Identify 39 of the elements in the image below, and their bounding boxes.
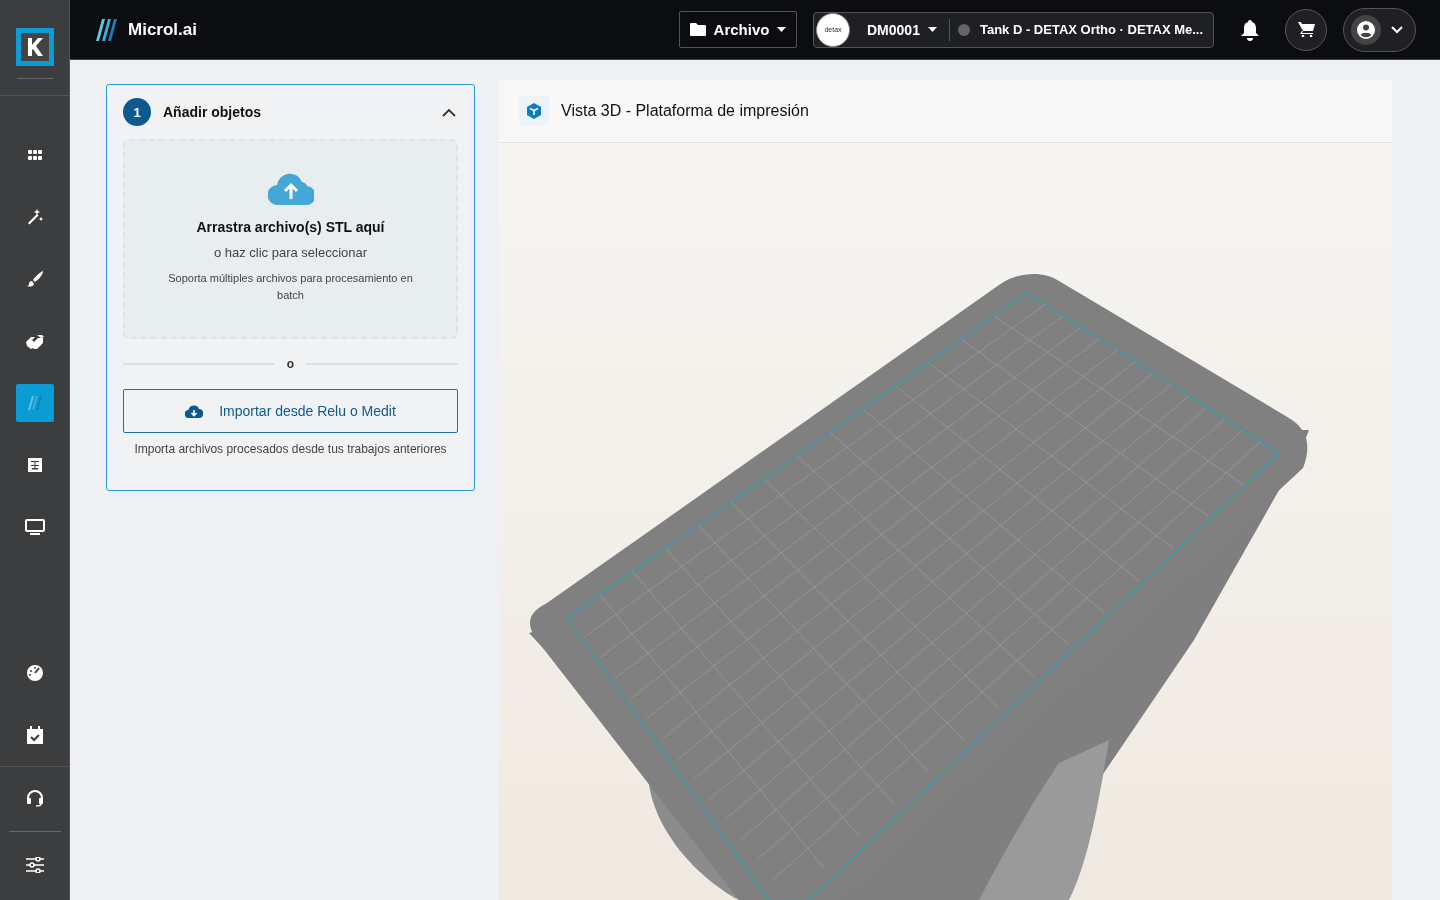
- import-button[interactable]: Importar desde Relu o Medit: [123, 389, 458, 433]
- sliders-icon: [25, 857, 44, 873]
- cloud-upload-icon: [267, 173, 314, 205]
- panel-title: Añadir objetos: [163, 104, 261, 120]
- headset-icon: [25, 789, 44, 807]
- user-avatar-icon: [1351, 14, 1381, 45]
- file-drop-zone[interactable]: Arrastra archivo(s) STL aquí o haz clic para seleccionar Soporta múltiples archivos para procesamiento en batch: [123, 139, 458, 339]
- drop-title: Arrastra archivo(s) STL aquí: [196, 219, 385, 235]
- caret-icon: [927, 27, 937, 32]
- user-menu-button[interactable]: [1343, 7, 1416, 52]
- monitor-icon: [24, 519, 45, 535]
- drop-hint: Soporta múltiples archivos para procesamiento en batch: [167, 271, 414, 303]
- app-name: Microl.ai: [128, 19, 197, 40]
- gauge-icon: [25, 664, 44, 682]
- cart-icon: [1297, 22, 1315, 37]
- collapse-chevron-icon[interactable]: [442, 107, 456, 117]
- slash-logo-icon: [94, 16, 120, 43]
- drop-subtitle: o haz clic para seleccionar: [213, 245, 368, 260]
- grid-icon: [27, 150, 42, 160]
- k-logo-icon: [15, 28, 54, 66]
- viewer-title: Vista 3D - Plataforma de impresión: [561, 102, 809, 120]
- printer-name: Tank D - DETAX Ortho · DETAX Me...: [979, 22, 1204, 37]
- cube-icon: [526, 103, 542, 119]
- import-hint: Importa archivos procesados desde tus trabajos anteriores: [133, 442, 448, 456]
- cart-button[interactable]: [1285, 8, 1327, 51]
- sidebar-item[interactable]: [15, 384, 54, 422]
- slash-logo-icon: [25, 394, 44, 412]
- chevron-down-icon: [1391, 25, 1403, 34]
- caret-icon: [777, 27, 787, 32]
- status-dot: [957, 23, 970, 36]
- separator-label: o: [286, 357, 295, 371]
- calendar-icon: [26, 726, 43, 744]
- device-id: DM0001: [867, 21, 920, 38]
- notification-bell-icon[interactable]: [1240, 18, 1260, 41]
- file-menu-button[interactable]: Archivo: [679, 11, 797, 48]
- brush-icon: [25, 270, 44, 288]
- step-number: 1: [123, 98, 151, 126]
- cloud-download-icon: [185, 404, 204, 418]
- folder-icon: [689, 23, 706, 36]
